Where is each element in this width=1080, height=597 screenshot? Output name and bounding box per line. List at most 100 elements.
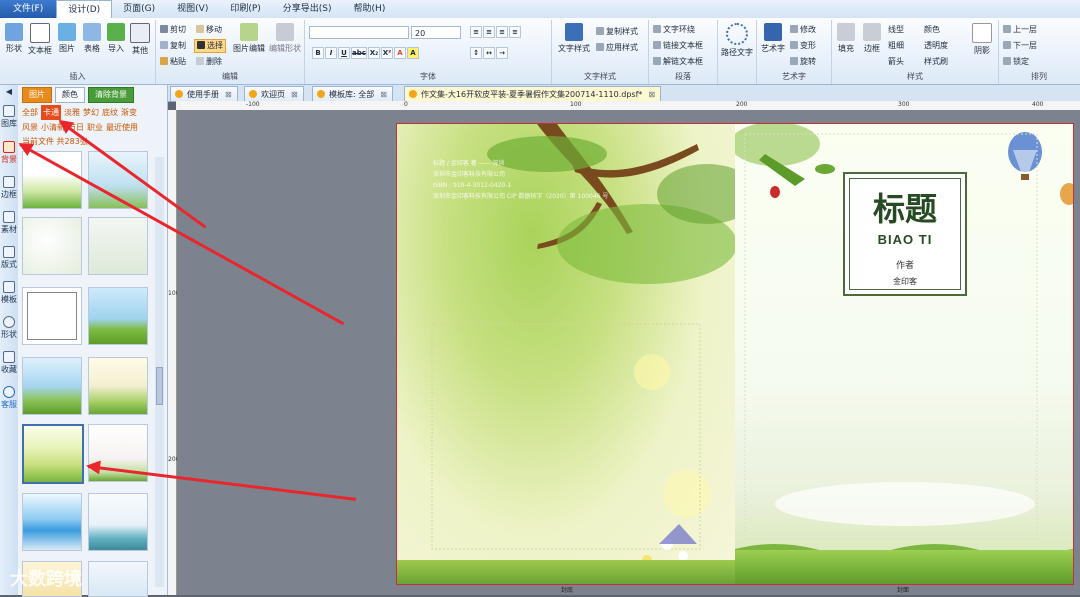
tab-image[interactable]: 图片 <box>22 87 52 103</box>
thumbnail[interactable] <box>88 217 148 275</box>
import-button[interactable]: 导入 <box>104 23 128 54</box>
weight-button[interactable]: 粗细 <box>888 40 904 52</box>
template-tool[interactable]: 模板 <box>0 281 18 305</box>
thumbnail[interactable] <box>88 561 148 597</box>
thumbnail[interactable] <box>88 493 148 551</box>
close-icon[interactable]: ⊠ <box>225 90 232 99</box>
send-backward-button[interactable]: 下一层 <box>1003 40 1037 52</box>
category-career[interactable]: 职业 <box>87 120 103 135</box>
cut-button[interactable]: 剪切 <box>160 24 186 36</box>
tab-current-document[interactable]: 作文集-大16开软皮平装-夏季暑假作文集200714-1110.dpsf* ⊠ <box>404 86 662 101</box>
lock-button[interactable]: 锁定 <box>1003 56 1029 68</box>
support-tool[interactable]: 客服 <box>0 386 18 410</box>
shape-button[interactable]: 形状 <box>2 23 26 54</box>
thumbnail[interactable] <box>22 493 82 551</box>
text-wrap-button[interactable]: 文字环绕 <box>653 24 695 36</box>
image-button[interactable]: 图片 <box>55 23 79 54</box>
cover-pinyin[interactable]: BIAO TI <box>845 232 965 247</box>
panel-scrollbar-thumb[interactable] <box>156 367 163 405</box>
cover-publisher[interactable]: 金印客 <box>845 276 965 287</box>
shadow-button[interactable]: 阴影 <box>970 23 994 56</box>
thumbnail[interactable] <box>22 357 82 415</box>
align-right-icon[interactable]: ≡ <box>496 26 508 38</box>
category-cartoon[interactable]: 卡通 <box>41 105 61 120</box>
subscript-button[interactable]: X₂ <box>368 47 380 59</box>
favorites-tool[interactable]: 收藏 <box>0 351 18 375</box>
clear-background-button[interactable]: 清除背景 <box>88 87 134 103</box>
select-button[interactable]: 选择 <box>194 39 226 53</box>
paste-button[interactable]: 粘贴 <box>160 56 186 68</box>
category-dream[interactable]: 梦幻 <box>83 105 99 120</box>
cover-title[interactable]: 标题 <box>845 184 965 230</box>
tab-user-manual[interactable]: 使用手册 ⊠ <box>170 86 238 101</box>
image-edit-button[interactable]: 图片编辑 <box>232 23 266 54</box>
font-color-button[interactable]: A <box>394 47 406 59</box>
thumbnail-selected[interactable] <box>22 424 84 484</box>
unlink-textbox-button[interactable]: 解链文本框 <box>653 56 703 68</box>
category-texture[interactable]: 底纹 <box>102 105 118 120</box>
path-text-button[interactable]: 路径文字 <box>720 23 754 58</box>
close-icon[interactable]: ⊠ <box>380 90 387 99</box>
back-cover[interactable]: 标题 / 金印客 著 —— 深圳 深圳市金印客科技有限公司 ISBN : 919… <box>397 124 735 584</box>
font-size-select[interactable]: 20 <box>411 26 461 39</box>
underline-button[interactable]: U <box>338 47 350 59</box>
char-spacing-icon[interactable]: ↔ <box>483 47 495 59</box>
title-box[interactable]: 标题 BIAO TI 作者 金印客 <box>843 172 967 296</box>
thumbnail[interactable] <box>88 287 148 345</box>
material-tool[interactable]: 素材 <box>0 211 18 235</box>
text-style-button[interactable]: 文字样式 <box>556 23 592 54</box>
other-button[interactable]: 其他 <box>128 23 152 56</box>
indent-icon[interactable]: → <box>496 47 508 59</box>
line-spacing-icon[interactable]: ↕ <box>470 47 482 59</box>
highlight-button[interactable]: A <box>407 47 419 59</box>
tab-welcome[interactable]: 欢迎页 ⊠ <box>244 86 304 101</box>
collapse-arrow-icon[interactable]: ◀ <box>0 87 18 96</box>
link-textbox-button[interactable]: 链接文本框 <box>653 40 703 52</box>
category-scenery[interactable]: 风景 <box>22 120 38 135</box>
layout-tool[interactable]: 版式 <box>0 246 18 270</box>
category-all[interactable]: 全部 <box>22 105 38 120</box>
textbox-button[interactable]: 文本框 <box>26 23 54 56</box>
menu-print[interactable]: 印刷(P) <box>219 0 271 18</box>
background-tool[interactable]: 背景 <box>0 141 18 165</box>
category-recent[interactable]: 最近使用 <box>106 120 138 135</box>
shape-tool[interactable]: 形状 <box>0 316 18 340</box>
transparency-button[interactable]: 透明度 <box>924 40 948 52</box>
strike-button[interactable]: abc <box>351 47 367 59</box>
copy-button[interactable]: 复制 <box>160 40 186 52</box>
thumbnail[interactable] <box>22 287 82 345</box>
copy-style-button[interactable]: 复制样式 <box>596 26 638 38</box>
border-tool[interactable]: 边框 <box>0 176 18 200</box>
art-text-button[interactable]: 艺术字 <box>759 23 787 54</box>
fill-button[interactable]: 填充 <box>834 23 858 54</box>
transform-button[interactable]: 变形 <box>790 40 816 52</box>
edit-shape-button[interactable]: 编辑形状 <box>268 23 302 54</box>
menu-design[interactable]: 设计(D) <box>56 0 113 18</box>
justify-icon[interactable]: ≡ <box>509 26 521 38</box>
align-center-icon[interactable]: ≡ <box>483 26 495 38</box>
color-button[interactable]: 颜色 <box>924 24 940 36</box>
modify-button[interactable]: 修改 <box>790 24 816 36</box>
cover-author[interactable]: 作者 <box>845 258 965 271</box>
menu-file[interactable]: 文件(F) <box>0 0 57 18</box>
superscript-button[interactable]: X² <box>381 47 393 59</box>
close-icon[interactable]: ⊠ <box>648 90 655 99</box>
menu-view[interactable]: 视图(V) <box>166 0 219 18</box>
border-button[interactable]: 边框 <box>860 23 884 54</box>
menu-help[interactable]: 帮助(H) <box>343 0 397 18</box>
bring-forward-button[interactable]: 上一层 <box>1003 24 1037 36</box>
gallery-tool[interactable]: 图库 <box>0 105 18 129</box>
line-type-button[interactable]: 线型 <box>888 24 904 36</box>
move-button[interactable]: 移动 <box>196 24 222 36</box>
font-family-select[interactable] <box>309 26 409 39</box>
bold-button[interactable]: B <box>312 47 324 59</box>
menu-share-export[interactable]: 分享导出(S) <box>272 0 343 18</box>
thumbnail[interactable] <box>22 217 82 275</box>
tab-template-library[interactable]: 模板库: 全部 ⊠ <box>312 86 393 101</box>
cover-page[interactable]: 标题 / 金印客 著 —— 深圳 深圳市金印客科技有限公司 ISBN : 919… <box>396 123 1074 585</box>
apply-style-button[interactable]: 应用样式 <box>596 42 638 54</box>
tab-color[interactable]: 颜色 <box>55 87 85 103</box>
table-button[interactable]: 表格 <box>80 23 104 54</box>
category-gradient[interactable]: 渐变 <box>121 105 137 120</box>
format-painter-button[interactable]: 样式刷 <box>924 56 948 68</box>
